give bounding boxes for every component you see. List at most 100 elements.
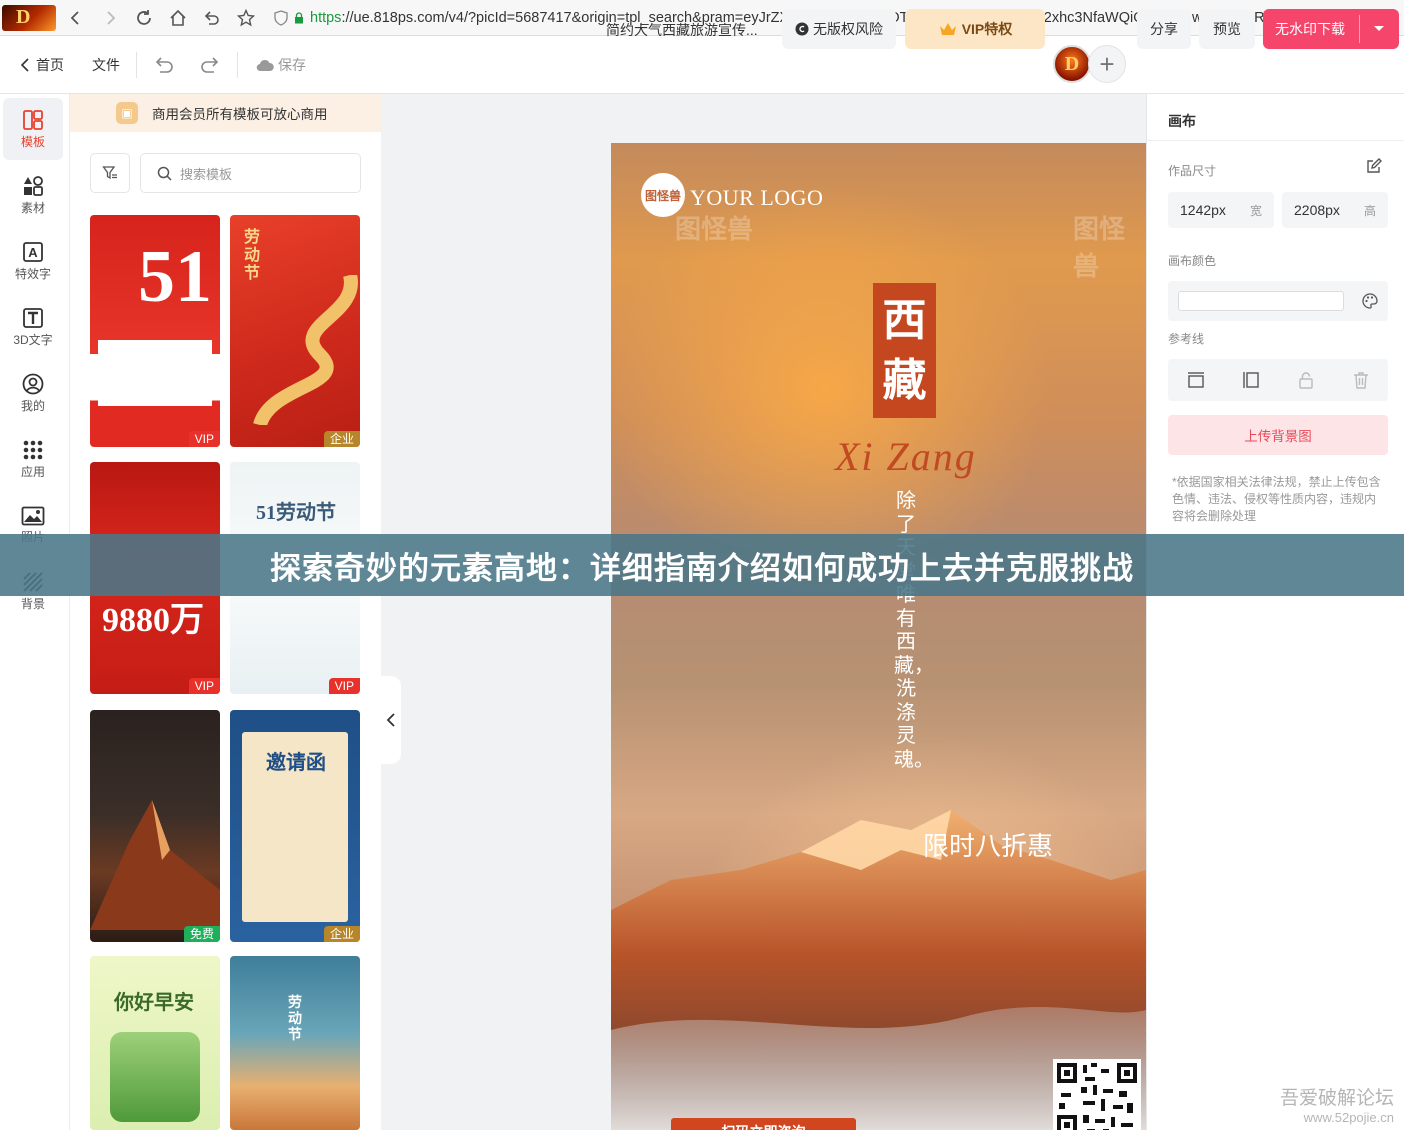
url-scheme: https — [310, 9, 342, 26]
enterprise-badge: 企业 — [323, 431, 360, 447]
back-button[interactable] — [62, 4, 90, 32]
plus-icon: + — [1099, 48, 1115, 79]
template-card[interactable]: 劳动节 — [230, 956, 360, 1130]
tagline-vertical: 除了天堂唯有西藏，洗涤灵魂。 — [894, 490, 934, 771]
share-button[interactable]: 分享 — [1137, 9, 1191, 49]
canvas-color-picker[interactable] — [1168, 281, 1388, 321]
logo-badge: 图怪兽 — [641, 173, 685, 217]
card-title: 9880万 — [102, 602, 204, 639]
palette-icon[interactable] — [1362, 293, 1378, 309]
add-collaborator-button[interactable]: + — [1088, 45, 1126, 83]
size-label: 作品尺寸 — [1168, 164, 1217, 178]
template-card[interactable]: 劳动节 企业 — [230, 215, 360, 447]
horizontal-guide-icon[interactable] — [1187, 371, 1205, 389]
nav-3d-text[interactable]: 3D文字 — [3, 296, 63, 358]
undo-button[interactable] — [153, 36, 175, 94]
overlay-title: 探索奇妙的元素高地：详细指南介绍如何成功上去并克服挑战 — [270, 550, 1134, 586]
template-card[interactable]: 邀请函 企业 — [230, 710, 360, 942]
undo-browser-button[interactable] — [198, 4, 226, 32]
redo-icon — [201, 56, 219, 73]
promo-banner[interactable]: ▣ 商用会员所有模板可放心商用 — [70, 94, 381, 132]
card-title: 劳动节 — [288, 996, 302, 1043]
guides-toolbar — [1168, 359, 1388, 401]
upload-background-button[interactable]: 上传背景图 — [1168, 415, 1388, 455]
card-title: 邀请函 — [266, 752, 326, 774]
width-field[interactable]: 1242px 宽 — [1168, 192, 1274, 228]
properties-panel: 画布 作品尺寸 1242px 宽 2208px 高 画布颜色 参考线 上传背景图… — [1146, 94, 1404, 1130]
card-art — [253, 275, 358, 425]
chevron-left-icon — [386, 713, 395, 727]
bookmark-button[interactable] — [232, 4, 260, 32]
nav-label: 背景 — [20, 596, 45, 611]
nav-assets[interactable]: 素材 — [3, 164, 63, 226]
site-favicon: D — [2, 4, 56, 31]
width-value: 1242px — [1180, 202, 1226, 218]
edit-icon[interactable] — [1366, 158, 1382, 174]
preview-button[interactable]: 预览 — [1199, 9, 1255, 49]
copyright-button[interactable]: 无版权风险 — [782, 9, 896, 49]
overlay-title-banner: 探索奇妙的元素高地：详细指南介绍如何成功上去并克服挑战 — [0, 534, 1404, 596]
lock-icon[interactable] — [1297, 371, 1315, 389]
vip-button[interactable]: VIP特权 — [905, 9, 1045, 49]
save-label: 保存 — [278, 56, 306, 73]
filter-button[interactable] — [90, 153, 130, 193]
title-char: 西 — [882, 294, 927, 346]
shapes-icon — [24, 175, 43, 196]
nav-label: 我的 — [20, 398, 45, 413]
editor-toolbar: 首页 文件 保存 — [0, 36, 1404, 94]
file-menu[interactable]: 文件 — [92, 36, 120, 94]
user-icon — [22, 373, 44, 394]
template-card[interactable]: 免费 — [90, 710, 220, 942]
download-button[interactable]: 无水印下载 — [1263, 9, 1399, 49]
forward-button[interactable] — [96, 4, 124, 32]
canvas-watermark: 图怪兽 — [1073, 214, 1126, 281]
undo-icon — [155, 56, 173, 73]
logo-text: YOUR LOGO — [690, 185, 824, 210]
shield-icon — [274, 9, 288, 26]
search-input[interactable]: 搜索模板 — [140, 153, 361, 193]
text-effect-icon: A — [23, 241, 43, 262]
home-link[interactable]: 首页 — [20, 36, 64, 94]
vip-badge: VIP — [188, 678, 220, 694]
height-value: 2208px — [1294, 202, 1340, 218]
nav-label: 模板 — [20, 134, 45, 149]
panel-title: 画布 — [1147, 94, 1404, 141]
discount-text: 限时八折惠 — [923, 831, 1054, 861]
nav-text-effects[interactable]: A 特效字 — [3, 230, 63, 292]
trash-icon[interactable] — [1352, 371, 1370, 389]
collapse-panel-button[interactable] — [381, 676, 401, 764]
save-button[interactable]: 保存 — [256, 36, 306, 94]
star-icon — [237, 8, 255, 26]
design-canvas[interactable]: 图怪兽 图怪兽 图怪兽 YOUR LOGO 西 藏 Xi Zang 除了天堂唯有… — [611, 143, 1146, 1130]
height-field[interactable]: 2208px 高 — [1282, 192, 1388, 228]
reload-button[interactable] — [130, 4, 158, 32]
card-title: 51 — [138, 236, 212, 318]
preview-label: 预览 — [1213, 21, 1241, 37]
forward-arrow-icon — [107, 10, 116, 25]
template-card[interactable]: 你好早安 — [90, 956, 220, 1130]
document-title[interactable]: 简约大气西藏旅游宣传... — [606, 20, 758, 40]
redo-button[interactable] — [199, 36, 221, 94]
watermark-line: www.52pojie.cn — [1303, 1110, 1394, 1125]
qr-code — [1053, 1059, 1141, 1130]
nav-label: 3D文字 — [13, 332, 53, 347]
avatar-letter: D — [1064, 52, 1080, 75]
divider — [1359, 15, 1360, 43]
template-card[interactable]: 51 VIP — [90, 215, 220, 447]
color-swatch[interactable] — [1178, 291, 1344, 311]
left-nav: 模板 素材 A 特效字 3D文字 我的 应用 照片 背景 — [0, 94, 70, 1130]
nav-template[interactable]: 模板 — [3, 98, 63, 160]
nav-mine[interactable]: 我的 — [3, 362, 63, 424]
cloud-icon — [256, 59, 274, 71]
apps-icon — [23, 440, 43, 459]
nav-apps[interactable]: 应用 — [3, 428, 63, 490]
vertical-guide-icon[interactable] — [1242, 371, 1260, 389]
free-badge: 免费 — [183, 926, 220, 942]
avatar[interactable]: D — [1053, 45, 1091, 83]
home-button[interactable] — [164, 4, 192, 32]
share-label: 分享 — [1150, 21, 1178, 37]
watermark-line: 吾爱破解论坛 — [1279, 1088, 1394, 1109]
file-label: 文件 — [92, 56, 120, 73]
divider — [136, 51, 137, 78]
download-label: 无水印下载 — [1275, 21, 1345, 37]
